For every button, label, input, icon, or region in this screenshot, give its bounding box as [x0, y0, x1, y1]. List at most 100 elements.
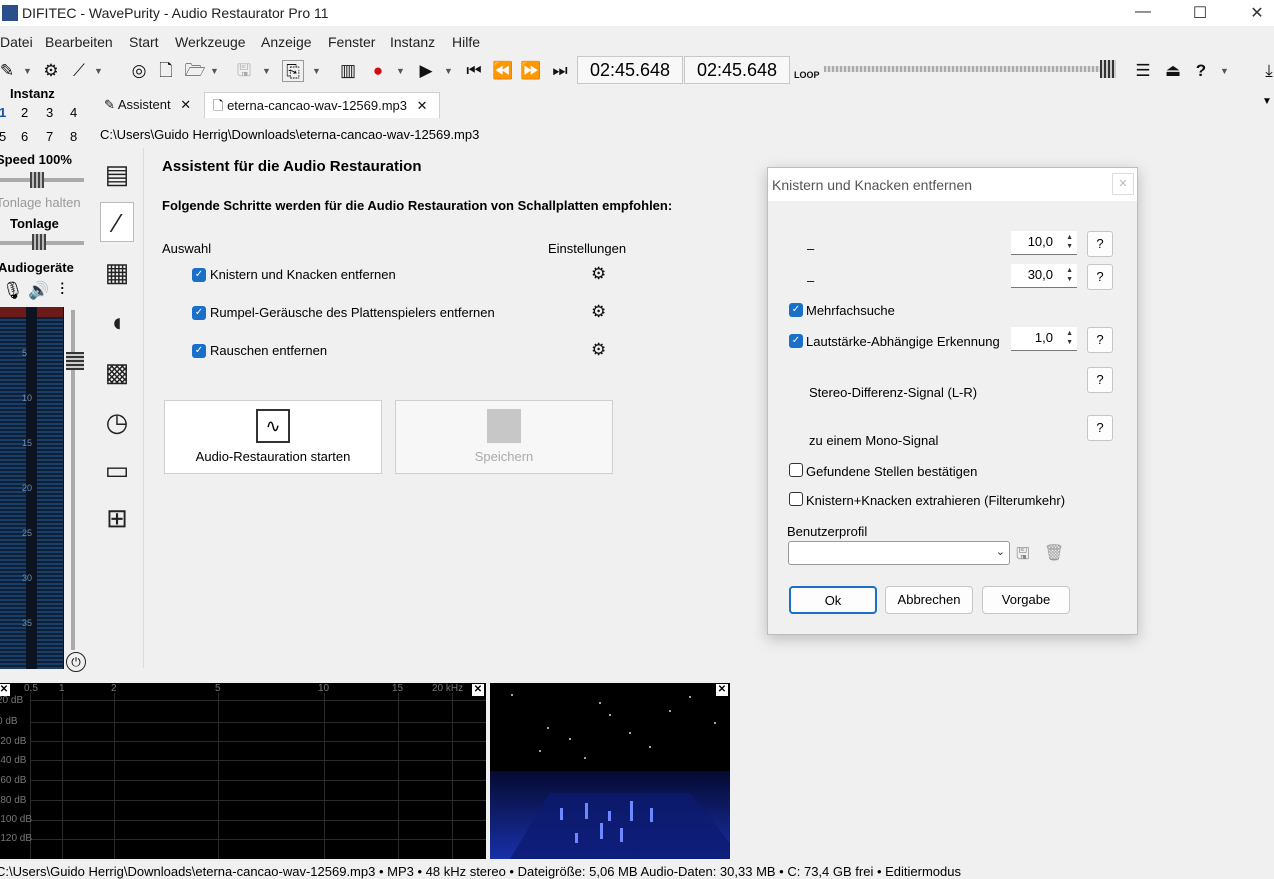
- loop-icon[interactable]: LOOP: [794, 60, 820, 82]
- power-icon[interactable]: ⏻: [66, 652, 86, 672]
- filter-curve-icon[interactable]: ▦: [100, 252, 134, 292]
- tab-file[interactable]: 🗋 eterna-cancao-wav-12569.mp3 ✕: [204, 92, 440, 118]
- gear-icon[interactable]: ⚙: [40, 60, 62, 82]
- tonlage-halten-checkbox[interactable]: Tonlage halten: [0, 195, 81, 210]
- equalizer-icon[interactable]: ▩: [100, 352, 134, 392]
- tab-close-icon[interactable]: ✕: [180, 97, 191, 112]
- help-button[interactable]: ?: [1087, 415, 1113, 441]
- menu-instanz[interactable]: Instanz: [390, 34, 435, 50]
- dropdown-arrow-icon[interactable]: ▼: [94, 60, 104, 82]
- help-button[interactable]: ?: [1087, 327, 1113, 353]
- row2-spinner[interactable]: 30,0 ▲ ▼: [1011, 264, 1077, 288]
- dialog-close-icon[interactable]: ✕: [1112, 173, 1134, 195]
- menu-hilfe[interactable]: Hilfe: [452, 34, 480, 50]
- mixer-icon[interactable]: ⫶: [60, 280, 64, 300]
- dropdown-arrow-icon[interactable]: ▼: [1220, 60, 1230, 82]
- new-file-icon[interactable]: 🗋: [155, 60, 177, 82]
- instanz-4[interactable]: 4: [70, 105, 77, 120]
- magic-wand-icon[interactable]: ⁄: [100, 202, 134, 242]
- list-icon[interactable]: ☰: [1132, 60, 1154, 82]
- speaker-effects-icon[interactable]: ◖: [100, 302, 134, 342]
- instanz-1[interactable]: 1: [0, 105, 6, 120]
- speaker-icon[interactable]: 🔊: [28, 281, 49, 301]
- volume-slider-knob[interactable]: [66, 352, 84, 370]
- dropdown-arrow-icon[interactable]: ▼: [210, 60, 220, 82]
- tab-assistent[interactable]: ✎ Assistent ✕: [96, 92, 200, 118]
- document-export-icon[interactable]: ▭: [100, 450, 134, 490]
- spinner-arrows-icon[interactable]: ▲ ▼: [1063, 266, 1073, 284]
- lautstaerke-checkbox[interactable]: ✓: [789, 334, 803, 348]
- menu-werkzeuge[interactable]: Werkzeuge: [175, 34, 246, 50]
- vu-meter-icon[interactable]: ▥: [337, 60, 359, 82]
- skip-end-icon[interactable]: ⏭: [549, 60, 571, 82]
- step-checkbox[interactable]: ✓: [192, 344, 206, 358]
- fast-forward-icon[interactable]: ⏩: [520, 60, 542, 82]
- dropdown-arrow-icon[interactable]: ▼: [262, 60, 272, 82]
- save-icon[interactable]: 🖫: [233, 60, 255, 82]
- rewind-icon[interactable]: ⏪: [492, 60, 514, 82]
- open-folder-icon[interactable]: 🗁: [184, 60, 206, 82]
- spinner-arrows-icon[interactable]: ▲ ▼: [1063, 233, 1073, 251]
- ok-button[interactable]: Ok: [789, 586, 877, 614]
- instanz-5[interactable]: 5: [0, 129, 6, 144]
- step-checkbox[interactable]: ✓: [192, 306, 206, 320]
- spinner-arrows-icon[interactable]: ▲ ▼: [1063, 329, 1073, 347]
- step-checkbox[interactable]: ✓: [192, 268, 206, 282]
- microphone-icon[interactable]: 🎙: [2, 281, 24, 301]
- help-button[interactable]: ?: [1087, 367, 1113, 393]
- save-profile-icon[interactable]: 🖫: [1016, 543, 1036, 563]
- gefundene-checkbox[interactable]: [789, 463, 803, 477]
- pin-icon[interactable]: ⤓: [1258, 60, 1274, 82]
- row1-spinner[interactable]: 10,0 ▲ ▼: [1011, 231, 1077, 255]
- dropdown-arrow-icon[interactable]: ▼: [23, 60, 33, 82]
- menu-start[interactable]: Start: [129, 34, 159, 50]
- gear-icon[interactable]: ⚙: [591, 264, 606, 284]
- minimize-button[interactable]: —: [1123, 3, 1163, 23]
- timer-icon[interactable]: ◷: [100, 402, 134, 442]
- extrahieren-checkbox[interactable]: [789, 492, 803, 506]
- instanz-6[interactable]: 6: [21, 129, 28, 144]
- tonlage-slider-knob[interactable]: [32, 234, 46, 250]
- dropdown-arrow-icon[interactable]: ▼: [396, 60, 406, 82]
- add-document-icon[interactable]: ⊞: [100, 498, 134, 538]
- save-button[interactable]: Speichern: [395, 400, 613, 474]
- dropdown-arrow-icon[interactable]: ▼: [312, 60, 322, 82]
- help-button[interactable]: ?: [1087, 231, 1113, 257]
- tab-close-icon[interactable]: ✕: [417, 98, 428, 113]
- pencil-icon[interactable]: ✎: [0, 60, 18, 82]
- help-icon[interactable]: ?: [1190, 60, 1212, 82]
- mehrfachsuche-checkbox[interactable]: ✓: [789, 303, 803, 317]
- vorgabe-button[interactable]: Vorgabe: [982, 586, 1070, 614]
- start-restoration-button[interactable]: ∿ Audio-Restauration starten: [164, 400, 382, 474]
- chart-icon[interactable]: ⟋: [68, 60, 90, 82]
- play-icon[interactable]: ▶: [415, 60, 437, 82]
- instanz-2[interactable]: 2: [21, 105, 28, 120]
- skip-start-icon[interactable]: ⏮: [463, 60, 485, 82]
- maximize-button[interactable]: ☐: [1180, 3, 1220, 23]
- menu-bearbeiten[interactable]: Bearbeiten: [45, 34, 113, 50]
- seek-bar[interactable]: [824, 66, 1114, 72]
- gear-icon[interactable]: ⚙: [591, 340, 606, 360]
- seek-knob[interactable]: [1100, 60, 1116, 78]
- benutzerprofil-select[interactable]: ⌄: [788, 541, 1010, 565]
- record-icon[interactable]: ●: [367, 60, 389, 82]
- lautstaerke-spinner[interactable]: 1,0 ▲ ▼: [1011, 327, 1077, 351]
- instanz-8[interactable]: 8: [70, 129, 77, 144]
- menu-anzeige[interactable]: Anzeige: [261, 34, 312, 50]
- close-icon[interactable]: ✕: [472, 684, 484, 696]
- export-icon[interactable]: ⎘: [282, 60, 304, 82]
- close-icon[interactable]: ✕: [716, 684, 728, 696]
- help-button[interactable]: ?: [1087, 264, 1113, 290]
- dropdown-arrow-icon[interactable]: ▼: [444, 60, 454, 82]
- delete-profile-icon[interactable]: 🗑: [1044, 543, 1064, 563]
- menu-datei[interactable]: Datei: [0, 34, 33, 50]
- turntable-icon[interactable]: ⏏: [1162, 60, 1184, 82]
- instanz-3[interactable]: 3: [46, 105, 53, 120]
- abbrechen-button[interactable]: Abbrechen: [885, 586, 973, 614]
- waveform-edit-icon[interactable]: ▤: [100, 154, 134, 194]
- close-window-button[interactable]: ✕: [1237, 3, 1274, 23]
- cd-icon[interactable]: ◎: [128, 60, 150, 82]
- speed-slider-knob[interactable]: [30, 172, 44, 188]
- menu-fenster[interactable]: Fenster: [328, 34, 375, 50]
- instanz-7[interactable]: 7: [46, 129, 53, 144]
